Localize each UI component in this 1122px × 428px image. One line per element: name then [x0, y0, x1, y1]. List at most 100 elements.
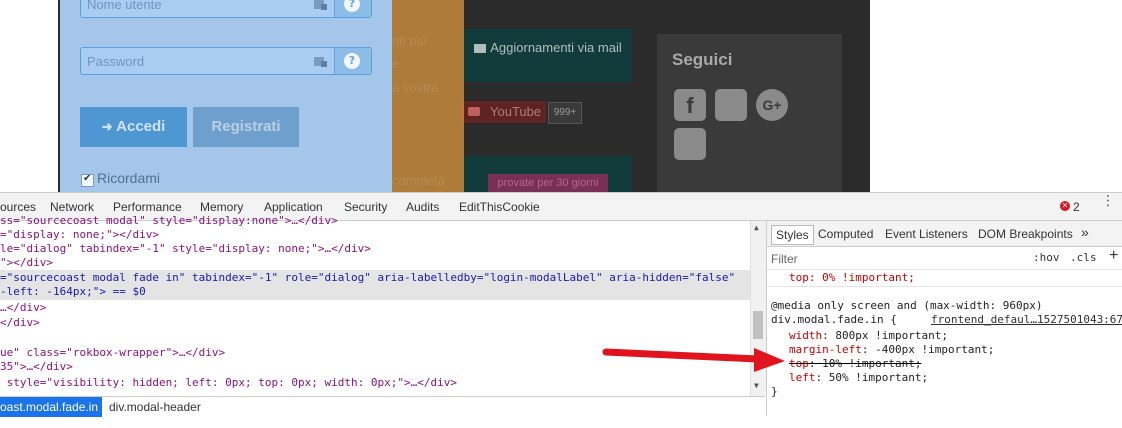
dom-line[interactable]: 35">…</div>	[0, 360, 73, 374]
breadcrumb: oast.modal.fade.in div.modal-header	[0, 396, 765, 417]
faded-line: a vostra	[392, 80, 439, 95]
facebook-icon[interactable]: f	[674, 89, 706, 121]
css-prop: top	[789, 357, 809, 370]
tab-dom-breakpoints[interactable]: DOM Breakpoints	[978, 227, 1073, 241]
tab-application[interactable]: Application	[264, 200, 323, 214]
dom-line-selected[interactable]: ="sourcecoast modal fade in" tabindex="-…	[0, 271, 735, 285]
rule-selector[interactable]: div.modal.fade.in {	[771, 313, 897, 327]
hov-toggle[interactable]: :hov	[1033, 251, 1060, 264]
filter-input[interactable]: Filter	[771, 252, 798, 266]
css-value: 800px !important;	[835, 329, 948, 342]
promo-button[interactable]: provate per 30 giorni	[488, 174, 608, 192]
more-tabs-icon[interactable]: »	[1081, 224, 1089, 240]
register-button[interactable]: Registrati	[193, 107, 299, 147]
mail-icon	[474, 44, 487, 54]
tab-performance[interactable]: Performance	[113, 200, 182, 214]
elements-scrollbar[interactable]: ▲ ▼	[750, 221, 766, 396]
dom-line[interactable]: style="visibility: hidden; left: 0px; to…	[0, 376, 457, 390]
css-declaration[interactable]: margin-left: -400px !important;	[789, 343, 994, 357]
dom-line[interactable]: …</div>	[0, 301, 46, 315]
newsletter-tile[interactable]: Aggiornamenti via mail	[464, 29, 632, 82]
tab-security[interactable]: Security	[344, 200, 387, 214]
follow-heading: Seguici	[672, 50, 733, 69]
remember-label: Ricordami	[97, 170, 161, 186]
css-prop: margin-left	[789, 343, 862, 356]
scroll-down-icon[interactable]: ▼	[754, 381, 759, 390]
error-count: 2	[1073, 200, 1080, 214]
keyboard-lock-icon	[313, 0, 327, 10]
password-placeholder: Password	[87, 54, 145, 69]
cls-toggle[interactable]: .cls	[1070, 251, 1097, 264]
question-icon: ?	[344, 0, 360, 12]
follow-card: Seguici f G+	[657, 34, 842, 192]
question-icon: ?	[344, 53, 360, 69]
css-prop: left	[789, 371, 816, 384]
styles-pane: Styles Computed Event Listeners DOM Brea…	[766, 221, 1122, 416]
rule-source-link[interactable]: frontend_defaul…1527501043:67	[931, 313, 1122, 327]
username-placeholder: Nome utente	[87, 0, 162, 12]
scroll-up-icon[interactable]: ▲	[754, 223, 759, 232]
menu-kebab-icon[interactable]: ⋮	[1101, 194, 1115, 208]
dom-line[interactable]: ="display: none;"></div>	[0, 228, 159, 242]
dom-line-selected[interactable]: -left: -164px;"> == $0	[0, 285, 146, 299]
media-query: @media only screen and (max-width: 960px…	[771, 299, 1043, 312]
breadcrumb-item-active[interactable]: oast.modal.fade.in	[0, 397, 103, 417]
google-plus-icon[interactable]: G+	[756, 89, 788, 121]
help-button[interactable]: ?	[334, 0, 371, 17]
tab-audits[interactable]: Audits	[406, 200, 439, 214]
youtube-icon	[468, 107, 480, 116]
rule-close: }	[771, 385, 778, 398]
error-icon[interactable]: ✕	[1060, 201, 1070, 211]
youtube-button[interactable]: YouTube	[462, 101, 546, 123]
tab-sources[interactable]: ources	[0, 200, 36, 214]
tab-network[interactable]: Network	[50, 200, 94, 214]
css-value: -400px !important;	[875, 343, 995, 356]
prev-rule-line[interactable]: top: 0% !important;	[789, 271, 915, 285]
css-value: 10% !important;	[822, 357, 922, 370]
keyboard-lock-icon	[313, 53, 327, 67]
login-button-label: Accedi	[116, 118, 166, 135]
tab-styles[interactable]: Styles	[771, 225, 814, 245]
css-value: 50% !important;	[828, 371, 929, 384]
add-rule-button[interactable]: +	[1109, 247, 1118, 265]
dom-line[interactable]: </div>	[0, 316, 40, 330]
sign-in-icon: ➜	[101, 119, 117, 134]
highlighted-margin-area	[392, 0, 464, 192]
tab-event-listeners[interactable]: Event Listeners	[885, 227, 968, 241]
css-declaration-overridden[interactable]: top: 10% !important;	[789, 357, 921, 371]
dom-line[interactable]: ue" class="rokbox-wrapper">…</div>	[0, 346, 225, 360]
youtube-count: 999+	[548, 102, 582, 124]
elements-tree[interactable]: ss="sourcecoast modal" style="display:no…	[0, 214, 766, 396]
password-field[interactable]: Password ?	[80, 47, 372, 75]
tab-editthiscookie[interactable]: EditThisCookie	[459, 200, 540, 214]
twitter-icon[interactable]	[674, 128, 706, 160]
faded-line: completa	[392, 173, 445, 188]
youtube-social-icon[interactable]	[715, 89, 747, 121]
dom-line[interactable]: le="dialog" tabindex="-1" style="display…	[0, 242, 371, 256]
checkmark-icon: ✔	[83, 173, 92, 184]
page-preview: Aggiornamenti via mail YouTube 999+ prov…	[0, 0, 1122, 192]
css-declaration[interactable]: width: 800px !important;	[789, 329, 948, 343]
tab-memory[interactable]: Memory	[200, 200, 243, 214]
login-modal: Nome utente ? Password ? ➜ Accedi Regist…	[60, 0, 392, 192]
scroll-thumb[interactable]	[753, 311, 763, 339]
remember-checkbox[interactable]: ✔	[81, 173, 94, 187]
username-field[interactable]: Nome utente ?	[80, 0, 372, 18]
css-declaration[interactable]: left: 50% !important;	[789, 371, 928, 385]
css-prop: width	[789, 329, 823, 342]
youtube-label: YouTube	[490, 104, 542, 119]
dom-line[interactable]: "></div>	[0, 256, 53, 270]
faded-line: e	[392, 56, 400, 71]
styles-tabbar: Styles Computed Event Listeners DOM Brea…	[767, 221, 1122, 247]
styles-filter-bar: Filter :hov .cls +	[767, 247, 1122, 270]
newsletter-label: Aggiornamenti via mail	[490, 40, 622, 55]
tab-computed[interactable]: Computed	[818, 227, 873, 241]
help-button[interactable]: ?	[334, 48, 371, 74]
promo-tile: provate per 30 giorni	[464, 156, 632, 192]
faded-line: nti più	[392, 33, 427, 48]
rule-divider	[767, 286, 1122, 287]
devtools-panel: ources Network Performance Memory Applic…	[0, 192, 1122, 428]
breadcrumb-item[interactable]: div.modal-header	[109, 400, 201, 414]
dom-line[interactable]: ss="sourcecoast modal" style="display:no…	[0, 214, 338, 228]
login-button[interactable]: ➜ Accedi	[80, 107, 187, 147]
